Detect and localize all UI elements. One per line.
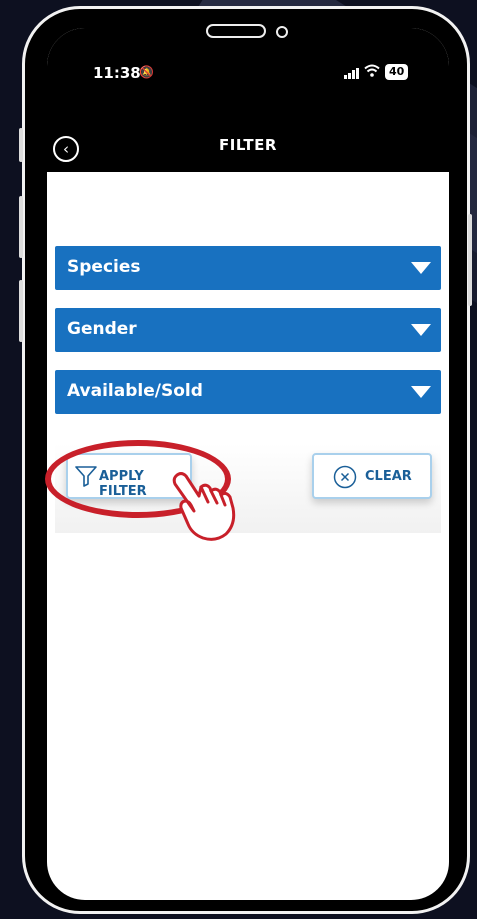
- caret-down-icon: [411, 386, 431, 398]
- species-dropdown[interactable]: Species: [55, 246, 441, 290]
- pointing-hand-icon: [172, 472, 236, 541]
- caret-down-icon: [411, 324, 431, 336]
- clear-label: CLEAR: [365, 469, 412, 484]
- clear-button[interactable]: CLEAR: [312, 453, 432, 499]
- signal-icon: [344, 68, 359, 79]
- status-time: 11:38: [93, 64, 141, 82]
- caret-down-icon: [411, 262, 431, 274]
- bell-muted-icon: 🔕: [139, 65, 154, 79]
- dynamic-island: [206, 24, 266, 38]
- gender-dropdown[interactable]: Gender: [55, 308, 441, 352]
- side-button: [468, 214, 472, 306]
- battery-indicator: 40: [385, 64, 409, 80]
- availability-dropdown[interactable]: Available/Sold: [55, 370, 441, 414]
- wifi-icon: [364, 64, 380, 77]
- page-title: FILTER: [219, 136, 277, 154]
- side-button: [19, 280, 23, 342]
- nav-bar: ‹ FILTER: [47, 114, 449, 172]
- dropdown-label: Available/Sold: [67, 381, 203, 401]
- side-button: [19, 196, 23, 258]
- dropdown-label: Gender: [67, 319, 137, 339]
- dropdown-label: Species: [67, 257, 141, 277]
- clear-x-icon: [333, 465, 357, 489]
- status-bar: 11:38 🔕 40: [47, 28, 449, 114]
- side-button: [19, 128, 23, 162]
- camera-dot: [276, 26, 288, 38]
